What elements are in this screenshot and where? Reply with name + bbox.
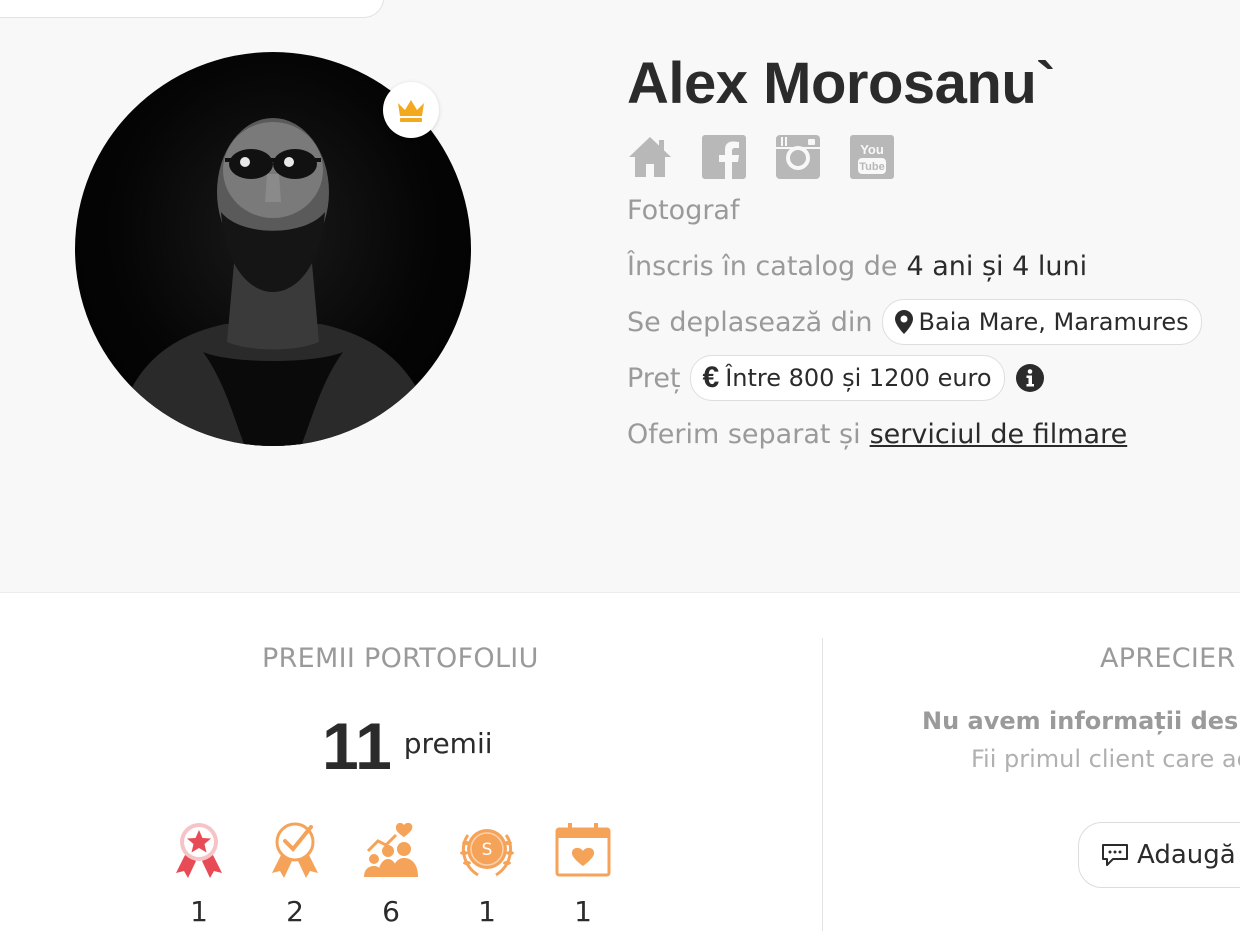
award-count: 1 xyxy=(190,895,208,928)
euro-icon: € xyxy=(702,361,720,394)
member-since-row: Înscris în catalog de 4 ani și 4 luni xyxy=(627,242,1240,290)
search-pill[interactable] xyxy=(0,0,384,18)
reviews-title: APRECIER xyxy=(1100,643,1236,674)
facebook-icon[interactable] xyxy=(701,134,747,180)
award-badge[interactable]: 1 xyxy=(170,821,228,928)
awards-total-number: 11 xyxy=(322,709,392,783)
youtube-icon[interactable]: You Tube xyxy=(849,134,895,180)
profile-avatar xyxy=(75,52,471,446)
social-links: You Tube xyxy=(627,134,1240,182)
price-text: Între 800 și 1200 euro xyxy=(725,364,992,392)
location-text: Baia Mare, Maramures xyxy=(918,308,1189,336)
profession-row: Fotograf xyxy=(627,186,1240,234)
travel-row: Se deplasează din Baia Mare, Maramures xyxy=(627,298,1240,346)
svg-text:Tube: Tube xyxy=(859,161,884,173)
price-label: Preț xyxy=(627,362,681,394)
instagram-icon[interactable] xyxy=(775,134,821,180)
award-count: 6 xyxy=(382,895,400,928)
extra-label: Oferim separat și xyxy=(627,418,861,450)
member-value: 4 ani și 4 luni xyxy=(906,250,1088,282)
reviews-empty-title: Nu avem informații desp xyxy=(922,707,1240,735)
medal-star-icon xyxy=(176,823,222,878)
award-badge[interactable]: 6 xyxy=(362,821,420,928)
awards-total: 11 premii xyxy=(322,711,493,781)
map-pin-icon xyxy=(894,310,913,334)
reviews-empty-subtitle: Fii primul client care ac xyxy=(971,745,1240,773)
svg-text:S: S xyxy=(482,840,493,860)
laurel-coin-icon: S xyxy=(460,829,514,877)
award-count: 1 xyxy=(574,895,592,928)
price-chip: € Între 800 și 1200 euro xyxy=(689,355,1005,401)
comment-icon xyxy=(1102,844,1128,866)
svg-text:You: You xyxy=(860,142,884,157)
award-badges: 1 2 6 S 1 1 xyxy=(170,821,612,928)
calendar-heart-icon xyxy=(555,823,611,877)
profile-info: Alex Morosanu` You Tube Fotograf Înscris… xyxy=(627,50,1240,458)
award-count: 1 xyxy=(478,895,496,928)
award-badge[interactable]: S 1 xyxy=(458,821,516,928)
section-divider xyxy=(822,638,823,931)
extra-service-row: Oferim separat și serviciul de filmare xyxy=(627,410,1240,458)
award-count: 2 xyxy=(286,895,304,928)
profile-name: Alex Morosanu` xyxy=(627,51,1056,116)
travel-label: Se deplasează din xyxy=(627,306,873,338)
awards-total-label: premii xyxy=(403,727,493,760)
awards-title: PREMII PORTOFOLIU xyxy=(262,643,539,674)
add-review-label: Adaugă t xyxy=(1137,840,1240,870)
profession: Fotograf xyxy=(627,194,740,226)
location-chip[interactable]: Baia Mare, Maramures xyxy=(881,299,1202,345)
stats-panel: PREMII PORTOFOLIU 11 premii 1 2 6 S 1 1 … xyxy=(0,592,1240,931)
info-icon[interactable] xyxy=(1015,363,1045,393)
premium-crown-badge xyxy=(383,82,439,138)
medal-check-icon xyxy=(272,822,318,878)
add-review-button[interactable]: Adaugă t xyxy=(1078,822,1240,888)
award-badge[interactable]: 1 xyxy=(554,821,612,928)
people-heart-icon xyxy=(364,822,418,877)
price-row: Preț € Între 800 și 1200 euro xyxy=(627,354,1240,402)
video-service-link[interactable]: serviciul de filmare xyxy=(870,419,1128,450)
member-label: Înscris în catalog de xyxy=(627,250,898,282)
award-badge[interactable]: 2 xyxy=(266,821,324,928)
home-icon[interactable] xyxy=(627,134,673,180)
crown-icon xyxy=(398,100,424,122)
